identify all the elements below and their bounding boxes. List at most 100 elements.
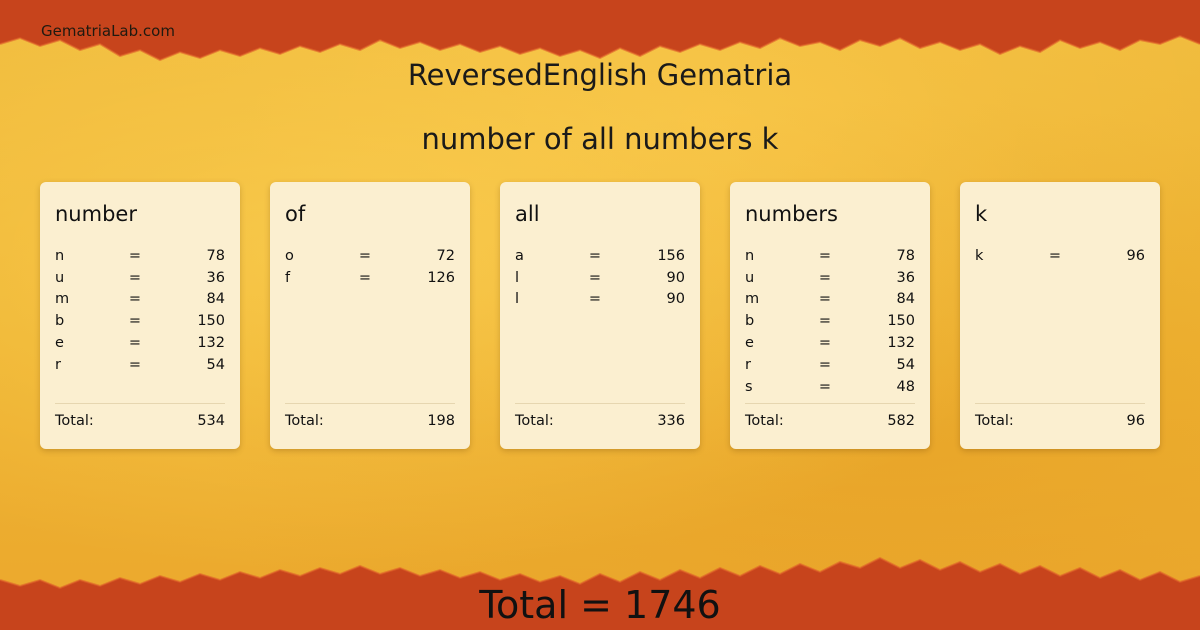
grand-total: Total = 1746 <box>479 583 721 627</box>
letter-value: 96 <box>1126 247 1145 264</box>
equals-sign: = <box>358 269 372 286</box>
letter-value: 84 <box>206 291 225 308</box>
word-card: all a = 156 l = 90 l = 90 Total: 336 <box>500 182 700 449</box>
card-total: Total: 198 <box>285 403 455 429</box>
card-word: numbers <box>745 202 838 226</box>
letter-row: l = 90 <box>515 289 685 311</box>
letter-row: n = 78 <box>55 245 225 267</box>
equals-sign: = <box>128 291 142 308</box>
letter-row: o = 72 <box>285 245 455 267</box>
letter-value: 36 <box>896 269 915 286</box>
letter-row: k = 96 <box>975 245 1145 267</box>
letter-value: 84 <box>896 291 915 308</box>
equals-sign: = <box>358 247 372 264</box>
letter-value: 132 <box>887 335 915 352</box>
site-name[interactable]: GematriaLab.com <box>41 22 175 40</box>
letter-row: u = 36 <box>55 267 225 289</box>
card-word: k <box>975 202 988 226</box>
letter-row: e = 132 <box>55 332 225 354</box>
letter: r <box>55 356 61 373</box>
total-value: 198 <box>427 413 455 429</box>
letter-list: n = 78 u = 36 m = 84 b = 150 e = 132 r = 54 s = 48 <box>745 245 915 398</box>
letter: r <box>745 356 751 373</box>
equals-sign: = <box>818 269 832 286</box>
letter-value: 90 <box>666 269 685 286</box>
word-card: k k = 96 Total: 96 <box>960 182 1160 449</box>
card-total: Total: 96 <box>975 403 1145 429</box>
equals-sign: = <box>1048 247 1062 264</box>
page-title: ReversedEnglish Gematria <box>407 58 793 92</box>
letter-value: 48 <box>896 378 915 395</box>
word-card: of o = 72 f = 126 Total: 198 <box>270 182 470 449</box>
letter-list: o = 72 f = 126 <box>285 245 455 289</box>
letter-value: 132 <box>197 335 225 352</box>
equals-sign: = <box>818 335 832 352</box>
letter-value: 36 <box>206 269 225 286</box>
equals-sign: = <box>818 247 832 264</box>
letter-list: k = 96 <box>975 245 1145 267</box>
card-word: number <box>55 202 137 226</box>
letter-value: 54 <box>206 356 225 373</box>
card-total: Total: 534 <box>55 403 225 429</box>
letter: a <box>515 247 524 264</box>
letter-row: l = 90 <box>515 267 685 289</box>
letter: l <box>515 269 520 286</box>
letter-list: a = 156 l = 90 l = 90 <box>515 245 685 310</box>
letter: k <box>975 247 984 264</box>
total-label: Total: <box>745 413 784 429</box>
letter: o <box>285 247 294 264</box>
letter-row: s = 48 <box>745 376 915 398</box>
letter-list: n = 78 u = 36 m = 84 b = 150 e = 132 r = 54 <box>55 245 225 376</box>
letter-row: r = 54 <box>55 354 225 376</box>
letter: l <box>515 291 520 308</box>
letter: b <box>55 313 65 330</box>
letter: f <box>285 269 291 286</box>
card-word: all <box>515 202 540 226</box>
letter: e <box>745 335 754 352</box>
letter-row: b = 150 <box>55 310 225 332</box>
letter: m <box>745 291 760 308</box>
letter-value: 90 <box>666 291 685 308</box>
equals-sign: = <box>128 335 142 352</box>
letter-row: r = 54 <box>745 354 915 376</box>
letter-row: m = 84 <box>745 289 915 311</box>
letter-value: 78 <box>896 247 915 264</box>
equals-sign: = <box>588 247 602 264</box>
total-value: 336 <box>657 413 685 429</box>
letter: s <box>745 378 753 395</box>
letter: e <box>55 335 64 352</box>
letter: n <box>55 247 65 264</box>
equals-sign: = <box>818 356 832 373</box>
equals-sign: = <box>128 356 142 373</box>
card-total: Total: 582 <box>745 403 915 429</box>
equals-sign: = <box>588 291 602 308</box>
letter-value: 150 <box>887 313 915 330</box>
letter: m <box>55 291 70 308</box>
letter: b <box>745 313 755 330</box>
total-value: 96 <box>1126 413 1145 429</box>
word-card: number n = 78 u = 36 m = 84 b = 150 e = 132 r = 54 T… <box>40 182 240 449</box>
equals-sign: = <box>818 291 832 308</box>
equals-sign: = <box>588 269 602 286</box>
total-value: 582 <box>887 413 915 429</box>
equals-sign: = <box>818 378 832 395</box>
letter-row: e = 132 <box>745 332 915 354</box>
letter-value: 72 <box>436 247 455 264</box>
phrase-heading: number of all numbers k <box>421 122 779 156</box>
letter-row: u = 36 <box>745 267 915 289</box>
total-label: Total: <box>975 413 1014 429</box>
total-label: Total: <box>285 413 324 429</box>
equals-sign: = <box>818 313 832 330</box>
letter-row: m = 84 <box>55 289 225 311</box>
letter-row: b = 150 <box>745 310 915 332</box>
card-total: Total: 336 <box>515 403 685 429</box>
letter-row: f = 126 <box>285 267 455 289</box>
total-label: Total: <box>55 413 94 429</box>
equals-sign: = <box>128 313 142 330</box>
letter: u <box>745 269 755 286</box>
total-value: 534 <box>197 413 225 429</box>
card-word: of <box>285 202 306 226</box>
letter: u <box>55 269 65 286</box>
letter-value: 126 <box>427 269 455 286</box>
word-card: numbers n = 78 u = 36 m = 84 b = 150 e = 132 r = 54 … <box>730 182 930 449</box>
